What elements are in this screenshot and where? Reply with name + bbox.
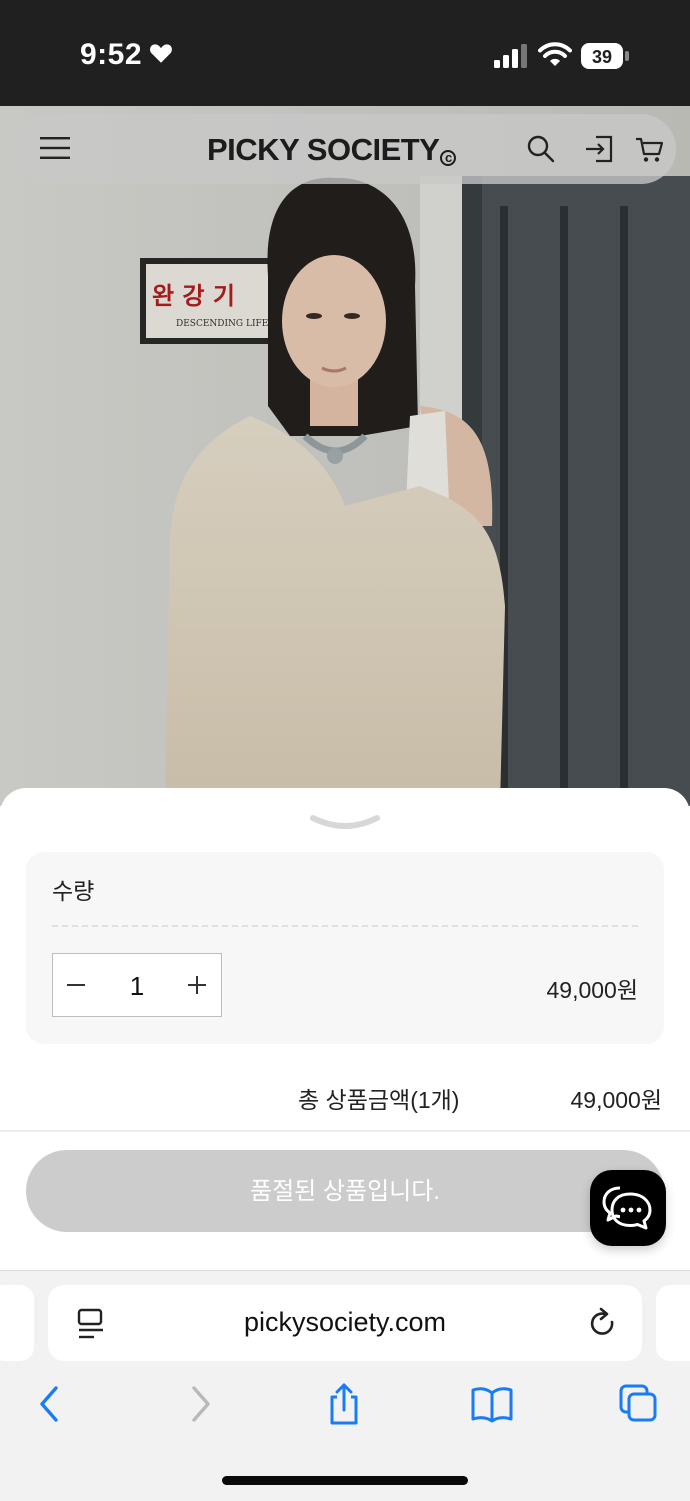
quantity-card: 수량 1 49,000원 (26, 852, 664, 1044)
brand-logo[interactable]: PICKY SOCIETY c (207, 132, 457, 168)
next-tab-peek[interactable] (656, 1285, 690, 1361)
address-bar[interactable]: pickysociety.com (48, 1285, 642, 1361)
sheet-divider (0, 1130, 690, 1132)
status-time: 9:52 (80, 38, 143, 71)
home-indicator[interactable] (222, 1476, 468, 1485)
cellular-signal-icon (494, 44, 527, 68)
browser-toolbar: pickysociety.com (0, 1270, 690, 1501)
forward-icon[interactable] (180, 1383, 220, 1425)
quantity-value[interactable]: 1 (99, 971, 175, 1002)
quantity-stepper: 1 (52, 953, 222, 1017)
back-icon[interactable] (30, 1383, 70, 1425)
previous-tab-peek[interactable] (0, 1285, 34, 1361)
battery-level: 39 (592, 47, 612, 67)
battery-icon: 39 (580, 42, 630, 70)
chat-button[interactable] (590, 1170, 666, 1246)
total-price: 49,000원 (570, 1087, 662, 1113)
wifi-icon (538, 42, 572, 66)
total-label: 총 상품금액(1개) (298, 1087, 460, 1113)
login-icon[interactable] (584, 134, 614, 164)
product-hero-image: 완 강 기 DESCENDING LIFE LINE (0, 106, 690, 806)
quantity-divider (52, 925, 638, 927)
menu-icon[interactable] (40, 136, 70, 160)
item-price: 49,000원 (546, 977, 638, 1003)
plus-icon[interactable] (175, 954, 221, 1016)
quantity-label: 수량 (52, 878, 95, 904)
site-header: PICKY SOCIETY c (14, 114, 676, 184)
minus-icon[interactable] (53, 954, 99, 1016)
cart-icon[interactable] (634, 134, 664, 164)
brand-logo-text: PICKY SOCIETY (207, 132, 440, 167)
purchase-sheet: 수량 1 49,000원 총 상품금액(1개) 49,000원 품절된 상품입니… (0, 788, 690, 1270)
search-icon[interactable] (526, 134, 556, 164)
brand-logo-mark: c (440, 150, 457, 166)
status-bar: 9:52 39 (0, 0, 690, 106)
reload-icon[interactable] (588, 1307, 618, 1339)
chat-icon (602, 1186, 652, 1230)
share-icon[interactable] (324, 1383, 364, 1425)
sheet-collapse-handle[interactable] (309, 812, 381, 832)
tabs-icon[interactable] (618, 1383, 658, 1425)
bookmarks-icon[interactable] (470, 1383, 514, 1425)
soldout-button[interactable]: 품절된 상품입니다. (26, 1150, 664, 1232)
url-text[interactable]: pickysociety.com (48, 1307, 642, 1338)
heart-icon (150, 44, 172, 63)
